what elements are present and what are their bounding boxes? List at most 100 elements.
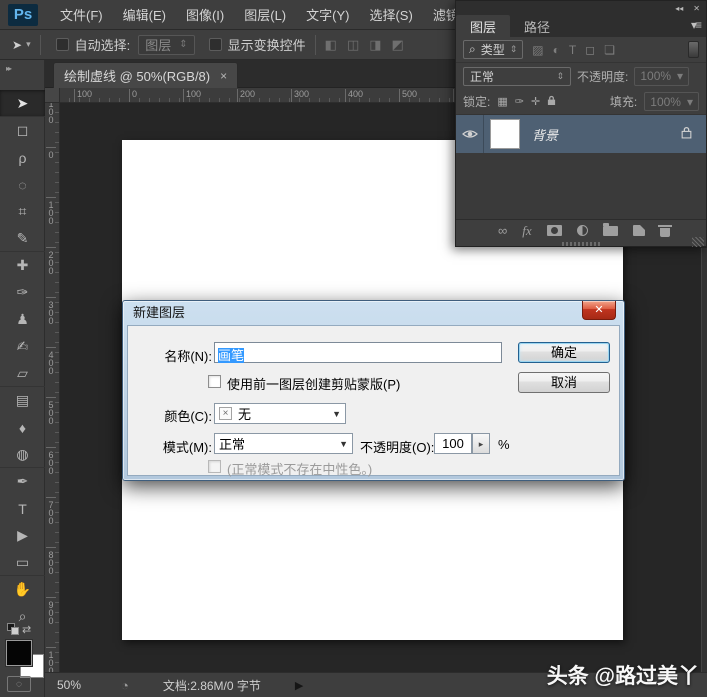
opacity-dropdown[interactable]: 100% ▾ <box>634 67 689 86</box>
add-layer-mask-icon[interactable] <box>547 225 562 236</box>
fill-value: 100% <box>650 95 681 109</box>
blend-mode-value: 正常 <box>470 68 494 85</box>
foreground-color-swatch[interactable] <box>6 640 32 666</box>
mode-label: 模式(M): <box>132 437 212 456</box>
filter-toggle[interactable] <box>688 41 699 58</box>
separator <box>315 35 316 55</box>
collapse-panel-icon[interactable]: ◂◂ <box>675 4 683 13</box>
adjustment-layer-icon[interactable] <box>577 225 588 236</box>
move-tool[interactable]: ➤ <box>0 90 45 117</box>
menu-item[interactable]: 文件(F) <box>50 5 113 24</box>
shape-tool[interactable]: ▭ <box>0 549 45 576</box>
gradient-tool[interactable]: ▤ <box>0 387 45 414</box>
pen-tool[interactable]: ✒ <box>0 468 45 495</box>
mode-dropdown[interactable]: 正常 ▼ <box>214 433 353 454</box>
clone-stamp-tool[interactable]: ♟ <box>0 306 45 333</box>
blur-tool[interactable]: ♦ <box>0 414 45 441</box>
panel-tabs: 图层 路径 <box>456 15 706 37</box>
color-dropdown[interactable]: × 无 ▼ <box>214 403 346 424</box>
hand-tool[interactable]: ✋ <box>0 576 45 603</box>
status-options-arrow-icon[interactable]: ▶ <box>295 679 303 692</box>
lock-transparent-pixels-icon[interactable]: ▦ <box>497 95 507 108</box>
ruler-label: 400 <box>46 347 56 374</box>
close-panel-icon[interactable]: ✕ <box>693 4 700 13</box>
lock-image-pixels-icon[interactable]: ✑ <box>515 95 524 108</box>
panel-menu-icon[interactable]: ▾≡ <box>691 18 700 32</box>
layer-filter-row: ⌕ 类型 ⇕ ▨ ◐ T ◻ ❏ <box>456 37 706 63</box>
menu-item[interactable]: 文字(Y) <box>296 5 359 24</box>
neutral-color-note: (正常模式不存在中性色。) <box>227 459 372 478</box>
close-tab-icon[interactable]: × <box>220 69 227 83</box>
layer-name[interactable]: 背景 <box>532 125 558 144</box>
dialog-close-button[interactable]: ✕ <box>582 301 616 320</box>
eyedropper-tool[interactable]: ✎ <box>0 225 45 252</box>
filter-shape-layers-icon[interactable]: ◻ <box>585 43 595 57</box>
brush-tool[interactable]: ✑ <box>0 279 45 306</box>
filter-type-layers-icon[interactable]: T <box>569 43 576 57</box>
delete-layer-icon[interactable] <box>660 228 670 237</box>
filter-smart-objects-icon[interactable]: ❏ <box>604 43 615 57</box>
auto-select-target-dropdown[interactable]: 图层 ⇕ <box>138 35 194 55</box>
eraser-tool[interactable]: ▱ <box>0 360 45 387</box>
align-horizontal-centers-icon[interactable]: ◫ <box>347 37 359 53</box>
menu-item[interactable]: 图层(L) <box>234 5 296 24</box>
quick-selection-tool[interactable]: ◌ <box>0 171 45 198</box>
dialog-title: 新建图层 <box>123 301 624 325</box>
menu-item[interactable]: 选择(S) <box>359 5 422 24</box>
tab-paths[interactable]: 路径 <box>510 15 564 37</box>
tool-preset-caret-icon[interactable]: ▾ <box>26 39 31 50</box>
cancel-button[interactable]: 取消 <box>518 372 610 393</box>
link-layers-icon[interactable]: ∞ <box>498 224 507 237</box>
type-tool[interactable]: T <box>0 495 45 522</box>
layer-style-icon[interactable]: fx <box>522 223 531 239</box>
new-group-icon[interactable] <box>603 226 618 236</box>
lock-all-icon[interactable] <box>547 95 556 109</box>
toolbar-collapse-icon[interactable]: ▸▸ <box>0 60 44 76</box>
tab-layers[interactable]: 图层 <box>456 15 510 37</box>
layer-visibility-toggle[interactable] <box>456 115 484 153</box>
history-brush-tool[interactable]: ✍ <box>0 333 45 360</box>
move-tool-icon: ➤ <box>12 38 22 52</box>
filter-adjustment-layers-icon[interactable]: ◐ <box>553 43 560 57</box>
zoom-level-field[interactable]: 50% <box>57 678 103 692</box>
layers-panel: ◂◂ ✕ 图层 路径 ▾≡ ⌕ 类型 ⇕ ▨◐T◻❏ 正常 ⇕ 不透明度: 10… <box>455 0 707 247</box>
clipping-mask-checkbox[interactable] <box>208 375 221 388</box>
dodge-tool[interactable]: ◍ <box>0 441 45 468</box>
blend-mode-dropdown[interactable]: 正常 ⇕ <box>463 67 571 86</box>
filter-pixel-layers-icon[interactable]: ▨ <box>532 43 543 57</box>
layer-name-input[interactable]: 画笔 <box>214 342 502 363</box>
ruler-label: 700 <box>46 497 56 524</box>
quick-mask-button[interactable]: ◌ <box>7 676 31 692</box>
filter-type-dropdown[interactable]: ⌕ 类型 ⇕ <box>463 40 523 59</box>
spinner-icon: ⇕ <box>556 71 564 82</box>
clipping-mask-label: 使用前一图层创建剪贴蒙版(P) <box>227 374 400 393</box>
distribute-icon[interactable]: ◩ <box>392 37 404 53</box>
document-tab[interactable]: 绘制虚线 @ 50%(RGB/8) × <box>53 62 238 88</box>
fill-dropdown[interactable]: 100% ▾ <box>644 92 699 111</box>
new-layer-icon[interactable] <box>633 225 645 236</box>
vertical-scrollbar[interactable] <box>701 248 707 672</box>
show-transform-checkbox[interactable] <box>209 38 222 51</box>
opacity-spinner-button[interactable]: ▸ <box>472 433 490 454</box>
menu-item[interactable]: 编辑(E) <box>113 5 176 24</box>
auto-select-checkbox[interactable] <box>56 38 69 51</box>
menu-item[interactable]: 图像(I) <box>176 5 234 24</box>
opacity-input[interactable]: 100 <box>434 433 472 454</box>
align-left-edges-icon[interactable]: ◧ <box>325 37 337 53</box>
healing-brush-tool[interactable]: ✚ <box>0 252 45 279</box>
crop-tool[interactable]: ⌗ <box>0 198 45 225</box>
neutral-color-checkbox <box>208 460 221 473</box>
layer-lock-icon <box>681 126 692 142</box>
rectangular-marquee-tool[interactable]: ◻ <box>0 117 45 144</box>
layer-thumbnail[interactable] <box>490 119 520 149</box>
panel-resize-grip[interactable] <box>562 242 602 246</box>
layer-row-background[interactable]: 背景 <box>456 115 706 153</box>
swap-colors-icon[interactable]: ⇄ <box>22 623 31 636</box>
panel-resize-corner[interactable] <box>692 237 704 247</box>
ok-button[interactable]: 确定 <box>518 342 610 363</box>
lock-position-icon[interactable]: ✛ <box>531 95 540 108</box>
lock-row: 锁定: ▦ ✑ ✛ 填充: 100% ▾ <box>456 89 706 115</box>
align-right-edges-icon[interactable]: ◨ <box>369 37 381 53</box>
lasso-tool[interactable]: ρ <box>0 144 45 171</box>
path-selection-tool[interactable]: ▶ <box>0 522 45 549</box>
